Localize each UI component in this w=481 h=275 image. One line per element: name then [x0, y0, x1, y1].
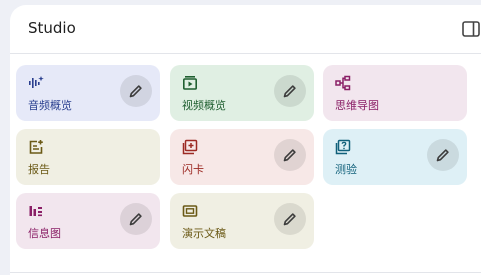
studio-tile-7[interactable]: 信息图 — [16, 193, 160, 249]
tile-label: 视频概览 — [182, 99, 226, 112]
audio-waveform-icon — [28, 75, 44, 91]
studio-tile-5[interactable]: 闪卡 — [170, 129, 314, 185]
flashcard-icon — [182, 139, 198, 155]
edit-pencil-icon[interactable] — [274, 203, 306, 235]
studio-header: Studio — [10, 5, 481, 54]
studio-tile-3[interactable]: 思维导图 — [323, 65, 467, 121]
studio-panel: Studio 音频概览 视频概览 思维导图 报告 闪卡 测验 信息图 演示文稿 — [10, 5, 481, 275]
studio-tile-6[interactable]: 测验 — [323, 129, 467, 185]
panel-title: Studio — [28, 19, 76, 37]
infographic-icon — [28, 203, 44, 219]
tile-label: 思维导图 — [335, 99, 379, 112]
studio-tile-4[interactable]: 报告 — [16, 129, 160, 185]
studio-tile-8[interactable]: 演示文稿 — [170, 193, 314, 249]
studio-tile-1[interactable]: 音频概览 — [16, 65, 160, 121]
collapse-panel-icon[interactable] — [462, 21, 480, 37]
edit-pencil-icon[interactable] — [274, 75, 306, 107]
divider — [10, 272, 481, 273]
tile-label: 报告 — [28, 163, 50, 176]
tile-label: 闪卡 — [182, 163, 204, 176]
tile-label: 演示文稿 — [182, 227, 226, 240]
report-icon — [28, 139, 44, 155]
tile-label: 信息图 — [28, 227, 61, 240]
slides-icon — [182, 203, 198, 219]
edit-pencil-icon[interactable] — [274, 139, 306, 171]
tile-label: 测验 — [335, 163, 357, 176]
quiz-icon — [335, 139, 351, 155]
mind-map-icon — [335, 75, 351, 91]
edit-pencil-icon[interactable] — [120, 203, 152, 235]
studio-tile-2[interactable]: 视频概览 — [170, 65, 314, 121]
edit-pencil-icon[interactable] — [120, 75, 152, 107]
tile-label: 音频概览 — [28, 99, 72, 112]
video-icon — [182, 75, 198, 91]
edit-pencil-icon[interactable] — [427, 139, 459, 171]
